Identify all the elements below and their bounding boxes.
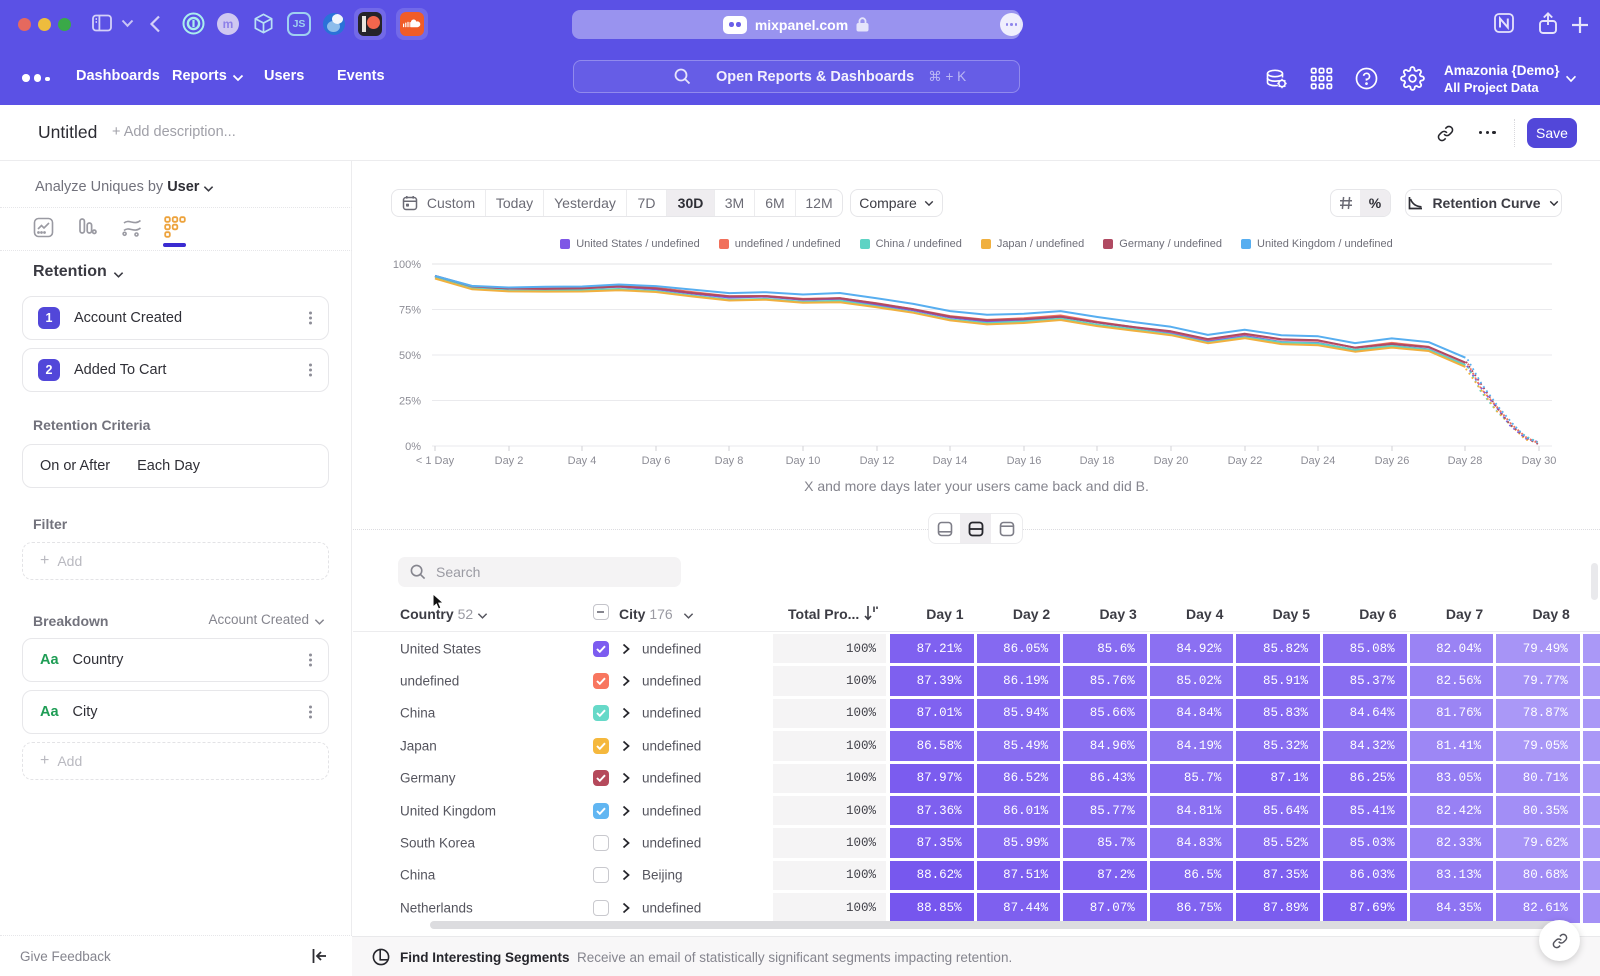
svg-text:Day 22: Day 22 bbox=[1228, 455, 1263, 467]
svg-text:Day 14: Day 14 bbox=[933, 455, 968, 467]
svg-text:Day 18: Day 18 bbox=[1080, 455, 1115, 467]
svg-text:Day 28: Day 28 bbox=[1448, 455, 1483, 467]
svg-text:Day 10: Day 10 bbox=[786, 455, 821, 467]
svg-text:Day 24: Day 24 bbox=[1301, 455, 1336, 467]
svg-text:25%: 25% bbox=[399, 396, 421, 408]
svg-text:Day 2: Day 2 bbox=[495, 455, 524, 467]
svg-text:Day 26: Day 26 bbox=[1375, 455, 1410, 467]
svg-text:75%: 75% bbox=[399, 305, 421, 317]
svg-text:Day 20: Day 20 bbox=[1154, 455, 1189, 467]
svg-text:Day 16: Day 16 bbox=[1007, 455, 1042, 467]
svg-text:Day 30: Day 30 bbox=[1522, 455, 1557, 467]
svg-text:0%: 0% bbox=[405, 441, 421, 453]
svg-text:100%: 100% bbox=[393, 259, 421, 271]
svg-text:50%: 50% bbox=[399, 350, 421, 362]
svg-text:Day 6: Day 6 bbox=[642, 455, 671, 467]
svg-text:Day 4: Day 4 bbox=[568, 455, 597, 467]
svg-text:Day 12: Day 12 bbox=[860, 455, 895, 467]
svg-text:Day 8: Day 8 bbox=[715, 455, 744, 467]
svg-text:< 1 Day: < 1 Day bbox=[416, 455, 455, 467]
